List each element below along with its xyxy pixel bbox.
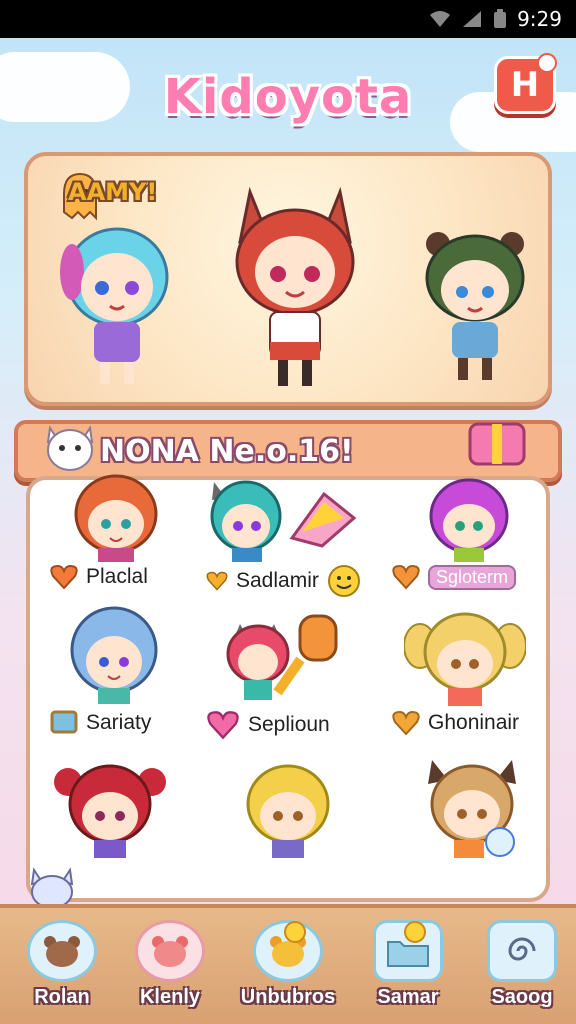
heart-icon [392,564,420,590]
list-item-label: Sariaty [86,711,152,734]
nav-item-samar[interactable]: Samar [360,920,456,1020]
heart-icon [206,571,228,591]
hero-banner[interactable]: AAMY! [24,152,552,406]
list-title: NONA Ne.o.16! [100,433,354,469]
nav-label: Saoog [491,986,553,1008]
list-item[interactable]: Placlal [50,564,148,590]
list-item-label: Ghoninair [428,711,520,734]
list-item-label: Sadlamir [236,569,319,592]
folder-icon [373,920,443,982]
notification-dot-icon [284,921,306,943]
signal-icon [463,11,482,27]
character-blonde-pigtails[interactable] [404,610,526,706]
nav-label: Samar [377,986,439,1008]
list-item-label: Sgloterm [428,564,517,590]
character-fox-girl[interactable] [220,172,370,396]
battery-icon [494,9,507,28]
character-green-hair[interactable] [410,230,540,390]
notification-dot-icon [404,921,426,943]
cat-mascot-icon [46,425,94,471]
list-item[interactable]: Sgloterm [392,564,517,590]
heart-icon [392,710,420,736]
list-item[interactable]: Seplioun [206,710,330,740]
spiral-icon [487,920,557,982]
heart-icon [207,711,239,740]
status-bar: 9:29 [0,0,576,38]
nav-label: Klenly [139,986,201,1008]
nav-item-saoog[interactable]: Saoog [474,920,570,1020]
list-item[interactable]: Ghoninair [392,710,519,736]
home-button[interactable]: H [494,53,557,114]
list-item-label: Seplioun [248,713,330,736]
cloud-decoration [0,52,130,122]
list-item-label: Placlal [86,565,148,588]
heart-icon [50,564,78,590]
app-logo: Kidoyota [163,69,413,125]
bear-icon [135,920,205,982]
notification-dot-icon [537,53,557,73]
character-orange-hair[interactable] [66,472,166,562]
arrow-sticker-icon [289,491,357,548]
character-purple-hair[interactable] [424,474,514,562]
hero-badge: AAMY! [68,178,158,206]
bear-icon [253,920,323,982]
character-cat-ears[interactable] [424,756,520,858]
character-blue-hair[interactable] [52,222,182,392]
character-yellow-hair[interactable] [240,760,336,858]
character-teal-hair[interactable] [206,474,286,562]
gift-icon[interactable] [464,410,530,470]
nav-item-rolan[interactable]: Rolan [14,920,110,1020]
list-item[interactable]: Sariaty [50,710,151,736]
character-lightblue-hair[interactable] [64,604,164,704]
status-time: 9:29 [517,7,562,31]
home-button-label: H [510,65,540,105]
character-with-racket[interactable] [216,610,346,706]
list-item[interactable]: Sadlamir [206,564,361,598]
nav-label: Rolan [34,986,90,1008]
nav-item-klenly[interactable]: Klenly [122,920,218,1020]
nav-label: Unbubros [240,986,336,1008]
wifi-icon [430,11,451,27]
smiley-icon [327,565,360,597]
character-red-pigtails[interactable] [54,758,166,858]
bear-icon [27,920,97,982]
tablet-icon [50,710,78,734]
nav-item-unbubros[interactable]: Unbubros [240,920,336,1020]
